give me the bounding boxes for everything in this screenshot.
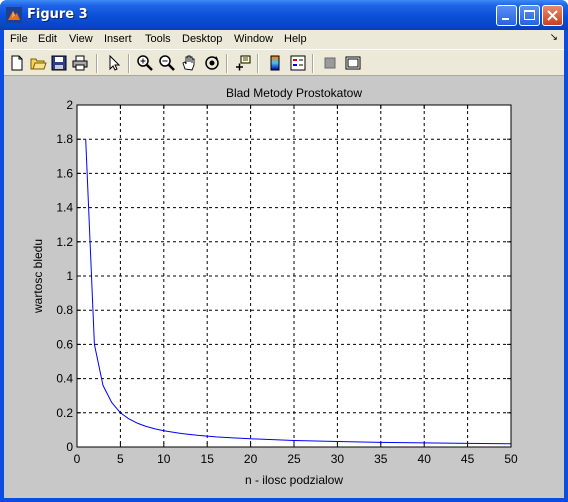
menu-insert[interactable]: Insert	[104, 33, 132, 45]
y-tick-label: 1.2	[56, 235, 73, 249]
zoom-out-icon[interactable]	[158, 54, 176, 72]
pan-hand-icon[interactable]	[180, 54, 198, 72]
maximize-button[interactable]	[519, 5, 540, 26]
legend-icon[interactable]	[289, 54, 307, 72]
zoom-in-icon[interactable]	[136, 54, 154, 72]
chart-title: Blad Metody Prostokatow	[226, 86, 362, 100]
y-tick-label: 0.6	[56, 337, 73, 351]
y-tick-label: 1	[66, 269, 73, 283]
x-tick-label: 10	[157, 452, 171, 466]
menu-desktop[interactable]: Desktop	[182, 33, 222, 45]
print-icon[interactable]	[71, 54, 89, 72]
dock-arrow-icon[interactable]: ↘	[550, 32, 558, 43]
colorbar-icon[interactable]	[266, 54, 284, 72]
close-icon	[547, 10, 558, 21]
close-button[interactable]	[542, 5, 563, 26]
new-figure-icon[interactable]	[8, 54, 26, 72]
x-tick-label: 30	[331, 452, 345, 466]
show-plot-tools-icon[interactable]	[344, 54, 362, 72]
toolbar-separator	[96, 54, 98, 73]
title-bar[interactable]: Figure 3	[0, 0, 568, 30]
hide-plot-tools-icon[interactable]	[321, 54, 339, 72]
window-body: File Edit View Insert Tools Desktop Wind…	[4, 30, 564, 498]
menu-view[interactable]: View	[69, 33, 93, 45]
x-tick-label: 20	[244, 452, 258, 466]
figure-toolbar	[4, 49, 564, 76]
y-tick-label: 2	[66, 98, 73, 112]
toolbar-separator	[257, 54, 259, 73]
matlab-logo-icon	[6, 7, 22, 23]
x-tick-label: 0	[74, 452, 81, 466]
open-file-icon[interactable]	[29, 54, 47, 72]
menu-window[interactable]: Window	[234, 33, 273, 45]
x-axis-label: n - ilosc podzialow	[245, 473, 343, 487]
x-tick-label: 15	[201, 452, 215, 466]
minimize-icon	[502, 18, 509, 20]
menu-bar: File Edit View Insert Tools Desktop Wind…	[4, 30, 564, 49]
y-tick-label: 0	[66, 440, 73, 454]
window-title: Figure 3	[27, 7, 88, 22]
y-axis-label: wartosc bledu	[31, 239, 45, 314]
menu-edit[interactable]: Edit	[38, 33, 57, 45]
y-tick-label: 1.4	[56, 201, 73, 215]
maximize-icon	[524, 10, 535, 20]
x-tick-label: 5	[117, 452, 124, 466]
chart-svg: 0 5 10 15 20 25 30 35 40 45 50 0 0.2 0.4 0.6 0.8 1 1.2 1.4…	[31, 86, 518, 487]
figure-canvas: 0 5 10 15 20 25 30 35 40 45 50 0 0.2 0.4 0.6 0.8 1 1.2 1.4…	[4, 76, 564, 498]
menu-help[interactable]: Help	[284, 33, 307, 45]
toolbar-separator	[128, 54, 130, 73]
toolbar-separator	[226, 54, 228, 73]
x-tick-label: 45	[461, 452, 475, 466]
x-tick-label: 35	[374, 452, 388, 466]
x-tick-label: 40	[418, 452, 432, 466]
y-tick-label: 0.8	[56, 303, 73, 317]
figure-window: Figure 3 File Edit View Insert Tools Des…	[0, 0, 568, 502]
y-tick-label: 0.4	[56, 372, 73, 386]
x-tick-label: 50	[504, 452, 518, 466]
edit-plot-arrow-icon[interactable]	[105, 54, 123, 72]
rotate-3d-icon[interactable]	[203, 54, 221, 72]
menu-file[interactable]: File	[10, 33, 28, 45]
y-tick-label: 0.2	[56, 406, 73, 420]
toolbar-separator	[312, 54, 314, 73]
y-tick-label: 1.8	[56, 132, 73, 146]
minimize-button[interactable]	[496, 5, 517, 26]
save-icon[interactable]	[50, 54, 68, 72]
data-cursor-icon[interactable]	[234, 54, 252, 72]
x-tick-label: 25	[287, 452, 301, 466]
menu-tools[interactable]: Tools	[145, 33, 171, 45]
y-tick-label: 1.6	[56, 166, 73, 180]
